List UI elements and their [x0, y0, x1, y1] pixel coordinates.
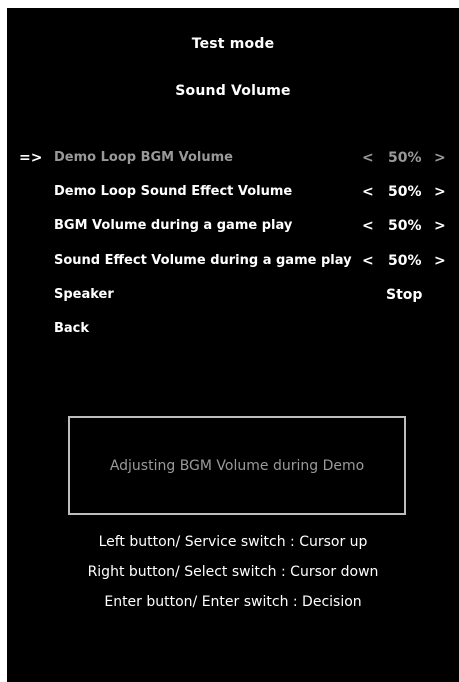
menu-item-label: Back: [54, 320, 90, 336]
sound-volume-menu: => Demo Loop BGM Volume < 50% > Demo Loo…: [7, 148, 459, 353]
menu-item-label: BGM Volume during a game play: [54, 218, 293, 234]
volume-value: 50%: [388, 150, 422, 166]
page-subtitle: Sound Volume: [175, 83, 291, 99]
increase-arrow-icon[interactable]: >: [434, 251, 446, 271]
speaker-value: Stop: [386, 286, 423, 303]
menu-item-label: Speaker: [54, 286, 114, 302]
decrease-arrow-icon[interactable]: <: [362, 148, 374, 168]
decrease-arrow-icon[interactable]: <: [362, 251, 374, 271]
description-box: Adjusting BGM Volume during Demo: [68, 416, 406, 515]
decrease-arrow-icon[interactable]: <: [362, 216, 374, 236]
description-text: Adjusting BGM Volume during Demo: [109, 457, 365, 474]
menu-item-sound-effect-volume-game-play[interactable]: Sound Effect Volume during a game play <…: [7, 251, 459, 285]
test-mode-screen: Test mode Sound Volume => Demo Loop BGM …: [7, 8, 459, 682]
page-title: Test mode: [191, 36, 275, 52]
volume-value: 50%: [388, 252, 422, 269]
menu-item-demo-loop-bgm-volume[interactable]: => Demo Loop BGM Volume < 50% >: [7, 148, 459, 182]
increase-arrow-icon[interactable]: >: [434, 216, 446, 236]
menu-item-speaker[interactable]: Speaker Stop: [7, 285, 459, 319]
help-line-cursor-down: Right button/ Select switch : Cursor dow…: [87, 564, 379, 580]
help-instructions: Left button/ Service switch : Cursor up …: [7, 532, 459, 622]
selection-cursor: =>: [19, 150, 43, 166]
menu-item-label: Demo Loop BGM Volume: [54, 150, 233, 165]
decrease-arrow-icon[interactable]: <: [362, 182, 374, 202]
menu-item-label: Demo Loop Sound Effect Volume: [54, 184, 293, 200]
menu-item-label: Sound Effect Volume during a game play: [54, 252, 352, 268]
increase-arrow-icon[interactable]: >: [434, 182, 446, 202]
menu-item-bgm-volume-game-play[interactable]: BGM Volume during a game play < 50% >: [7, 216, 459, 250]
menu-item-demo-loop-sound-effect-volume[interactable]: Demo Loop Sound Effect Volume < 50% >: [7, 182, 459, 216]
volume-value: 50%: [388, 218, 422, 235]
help-line-decision: Enter button/ Enter switch : Decision: [104, 594, 362, 610]
increase-arrow-icon[interactable]: >: [434, 148, 446, 168]
menu-item-back[interactable]: Back: [7, 319, 459, 353]
volume-value: 50%: [388, 184, 422, 201]
help-line-cursor-up: Left button/ Service switch : Cursor up: [98, 534, 368, 550]
